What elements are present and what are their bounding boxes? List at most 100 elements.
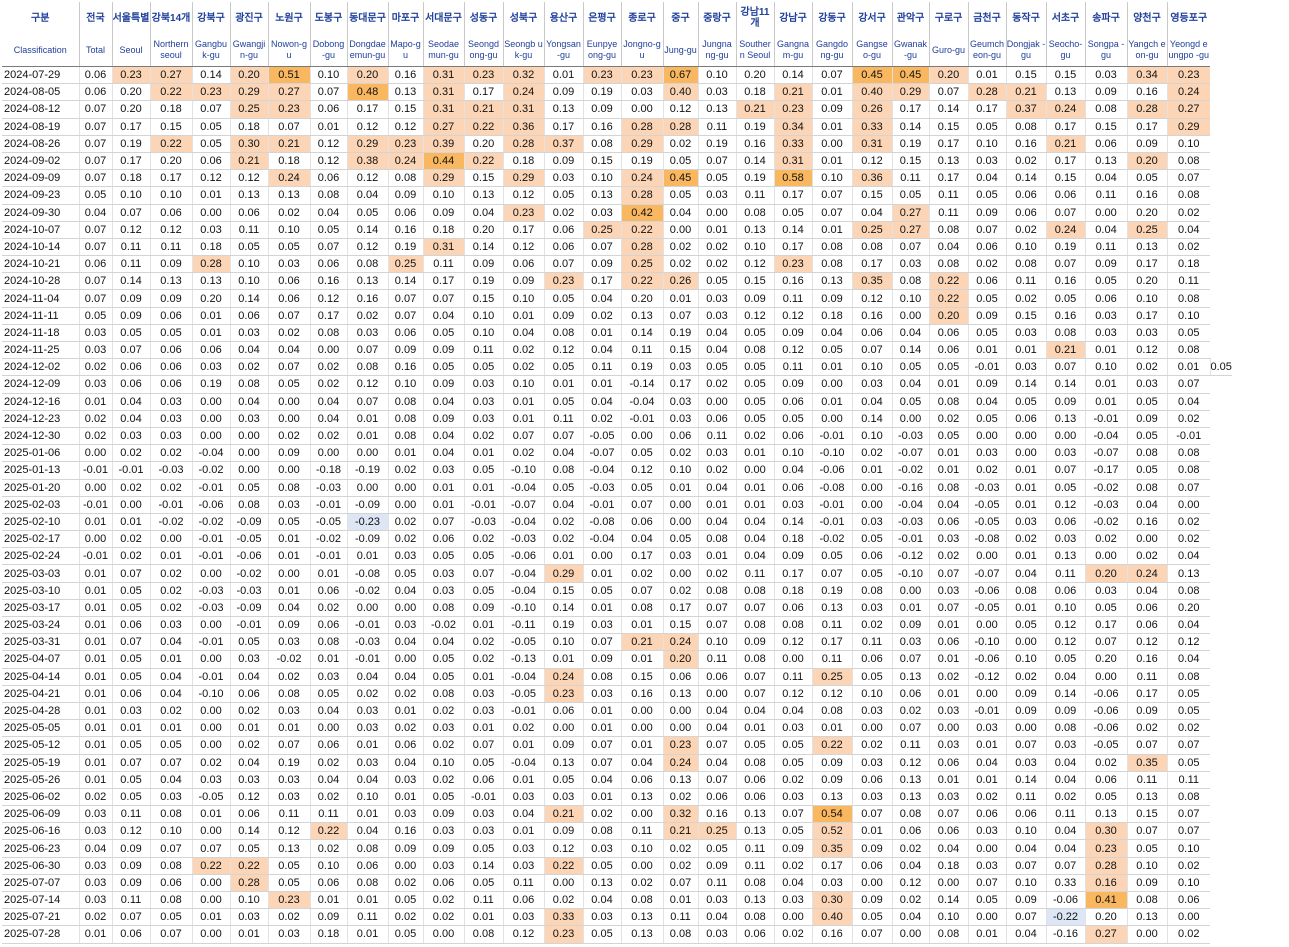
- table-cell[interactable]: 0.00: [267, 393, 310, 411]
- table-cell[interactable]: 0.03: [1084, 324, 1127, 343]
- table-cell[interactable]: 0.08: [1166, 788, 1210, 807]
- table-cell[interactable]: 0.23: [267, 100, 310, 119]
- table-cell[interactable]: 0.10: [1166, 135, 1210, 153]
- table-cell[interactable]: 0.02: [1005, 152, 1046, 171]
- table-cell[interactable]: 0.06: [309, 255, 347, 274]
- table-cell[interactable]: 0.05: [1209, 358, 1232, 377]
- table-cell[interactable]: 0.22: [309, 822, 347, 841]
- table-cell[interactable]: 0.00: [967, 908, 1006, 927]
- table-cell[interactable]: 0.06: [851, 771, 892, 789]
- table-cell[interactable]: 0.07: [543, 255, 583, 274]
- table-cell[interactable]: 0.23: [543, 272, 583, 291]
- table-cell[interactable]: 0.05: [309, 221, 347, 239]
- table-cell[interactable]: 0.12: [502, 925, 544, 944]
- table-cell[interactable]: 0.19: [387, 238, 423, 257]
- table-cell[interactable]: 0.00: [78, 530, 112, 549]
- table-cell[interactable]: 0.01: [309, 891, 347, 910]
- table-cell[interactable]: 0.05: [111, 650, 150, 669]
- table-cell[interactable]: 0.04: [387, 668, 423, 686]
- table-cell[interactable]: 0.05: [967, 118, 1006, 136]
- table-cell[interactable]: 0.09: [582, 255, 621, 274]
- table-cell[interactable]: 0.05: [1005, 616, 1046, 635]
- table-cell[interactable]: 0.02: [149, 702, 192, 721]
- table-cell[interactable]: 0.09: [422, 805, 464, 824]
- table-cell[interactable]: 0.02: [1005, 289, 1046, 308]
- table-cell[interactable]: 0.04: [346, 822, 388, 841]
- table-cell[interactable]: 0.03: [78, 891, 112, 910]
- table-cell[interactable]: 0.02: [851, 616, 892, 635]
- table-cell[interactable]: 0.00: [191, 891, 230, 910]
- table-cell[interactable]: 0.02: [267, 908, 310, 927]
- table-cell[interactable]: 0.07: [502, 427, 544, 446]
- table-cell[interactable]: 0.02: [309, 754, 347, 772]
- table-cell[interactable]: 0.00: [811, 375, 852, 394]
- table-cell[interactable]: 0.04: [697, 719, 736, 738]
- table-cell[interactable]: -0.10: [967, 633, 1006, 652]
- table-cell[interactable]: 0.06: [928, 822, 968, 841]
- table-cell[interactable]: 0.04: [582, 771, 621, 789]
- table-cell[interactable]: 0.21: [543, 805, 583, 824]
- table-cell[interactable]: 0.08: [620, 599, 663, 618]
- table-cell[interactable]: 0.00: [620, 427, 663, 446]
- table-cell[interactable]: 0.01: [346, 805, 388, 824]
- table-cell[interactable]: 0.02: [662, 839, 698, 858]
- table-cell[interactable]: 0.01: [928, 375, 968, 394]
- table-cell[interactable]: 0.05: [111, 599, 150, 618]
- table-cell[interactable]: 0.35: [1126, 754, 1167, 772]
- table-cell[interactable]: 0.02: [78, 358, 112, 377]
- table-cell[interactable]: 0.12: [851, 152, 892, 171]
- table-cell[interactable]: 0.01: [697, 221, 736, 239]
- table-cell[interactable]: 0.00: [662, 719, 698, 738]
- table-cell[interactable]: 0.11: [111, 805, 150, 824]
- table-cell[interactable]: 0.12: [1126, 633, 1167, 652]
- table-cell[interactable]: 0.15: [1045, 169, 1085, 188]
- table-cell[interactable]: 0.02: [1166, 238, 1210, 257]
- table-cell[interactable]: 0.02: [928, 410, 968, 428]
- table-cell[interactable]: -0.17: [1084, 461, 1127, 480]
- table-cell[interactable]: 0.05: [267, 874, 310, 893]
- row-date[interactable]: 2024-08-26: [2, 135, 79, 153]
- table-cell[interactable]: 0.06: [928, 513, 968, 532]
- table-cell[interactable]: 0.09: [1126, 702, 1167, 721]
- table-cell[interactable]: 0.04: [422, 307, 464, 325]
- table-cell[interactable]: -0.10: [191, 685, 230, 703]
- table-cell[interactable]: 0.09: [697, 857, 736, 875]
- table-cell[interactable]: 0.06: [309, 616, 347, 635]
- table-cell[interactable]: 0.05: [422, 650, 464, 669]
- table-cell[interactable]: 0.02: [1166, 530, 1210, 549]
- table-cell[interactable]: 0.00: [346, 444, 388, 463]
- table-cell[interactable]: 0.14: [851, 410, 892, 428]
- table-cell[interactable]: 0.04: [773, 874, 812, 893]
- table-cell[interactable]: 0.10: [111, 186, 150, 205]
- table-cell[interactable]: 0.11: [735, 186, 774, 205]
- table-cell[interactable]: 0.14: [229, 289, 268, 308]
- table-cell[interactable]: 0.17: [773, 564, 812, 583]
- table-cell[interactable]: 0.06: [149, 874, 192, 893]
- table-cell[interactable]: 0.09: [735, 633, 774, 652]
- table-cell[interactable]: 0.05: [111, 668, 150, 686]
- table-cell[interactable]: 0.04: [309, 204, 347, 222]
- table-cell[interactable]: 0.21: [1045, 135, 1085, 153]
- table-cell[interactable]: 0.07: [773, 805, 812, 824]
- table-cell[interactable]: 0.06: [928, 324, 968, 343]
- table-cell[interactable]: 0.00: [662, 496, 698, 514]
- table-cell[interactable]: 0.08: [1166, 152, 1210, 171]
- table-cell[interactable]: 0.13: [1166, 564, 1210, 583]
- table-cell[interactable]: 0.10: [735, 238, 774, 257]
- table-cell[interactable]: 0.14: [229, 822, 268, 841]
- table-cell[interactable]: 0.01: [78, 650, 112, 669]
- table-cell[interactable]: 0.00: [422, 925, 464, 944]
- table-cell[interactable]: -0.01: [229, 616, 268, 635]
- table-cell[interactable]: -0.02: [422, 616, 464, 635]
- table-cell[interactable]: -0.06: [811, 461, 852, 480]
- table-cell[interactable]: 0.17: [149, 169, 192, 188]
- table-cell[interactable]: 0.00: [309, 444, 347, 463]
- table-cell[interactable]: 0.03: [463, 805, 503, 824]
- table-cell[interactable]: 0.08: [928, 393, 968, 411]
- table-cell[interactable]: 0.08: [1166, 582, 1210, 600]
- table-cell[interactable]: 0.02: [111, 479, 150, 497]
- table-cell[interactable]: -0.02: [191, 461, 230, 480]
- table-cell[interactable]: 0.07: [463, 564, 503, 583]
- table-cell[interactable]: 0.09: [422, 204, 464, 222]
- table-cell[interactable]: 0.04: [1166, 547, 1210, 566]
